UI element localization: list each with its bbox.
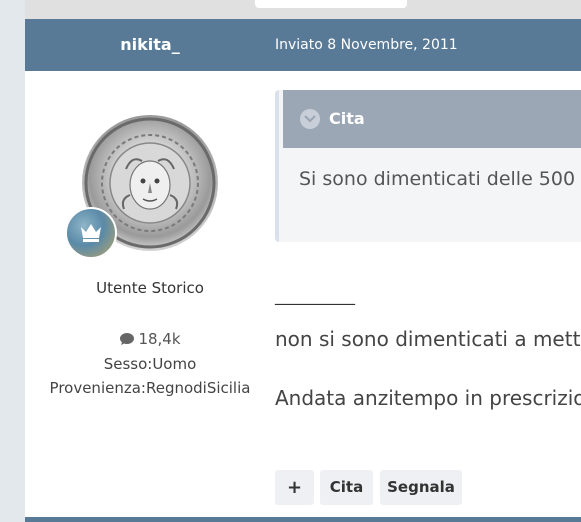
- speech-bubble-icon: [120, 333, 135, 345]
- next-post-header-edge: [25, 517, 581, 522]
- multiquote-button[interactable]: +: [275, 470, 314, 505]
- post-card: nikita_ Inviato 8 Novembre, 2011 Utente …: [25, 19, 581, 522]
- member-rank: Utente Storico: [96, 279, 204, 297]
- report-button[interactable]: Segnala: [380, 470, 462, 505]
- quote-block: Cita Si sono dimenticati delle 500: [275, 90, 581, 242]
- crown-badge-icon: [65, 207, 117, 259]
- chevron-down-icon[interactable]: [300, 109, 320, 129]
- quote-button[interactable]: Cita: [320, 470, 373, 505]
- quote-text: Si sono dimenticati delle 500: [299, 168, 576, 190]
- post-header: nikita_ Inviato 8 Novembre, 2011: [25, 19, 581, 71]
- post-count-value: 18,4k: [138, 330, 181, 348]
- post-count: 18,4k: [25, 330, 275, 348]
- post-paragraph: non si sono dimenticati a mette: [275, 327, 581, 351]
- quote-header[interactable]: Cita: [283, 90, 581, 148]
- left-rail: [0, 0, 25, 522]
- profile-field-location: Provenienza:RegnodiSicilia: [49, 379, 251, 397]
- top-tab[interactable]: [255, 0, 407, 8]
- author-name-link[interactable]: nikita_: [25, 19, 275, 71]
- post-paragraph: Andata anzitempo in prescrizion: [275, 386, 581, 410]
- quote-title: Cita: [329, 109, 365, 128]
- profile-field-sex: Sesso:Uomo: [103, 355, 197, 373]
- post-date[interactable]: Inviato 8 Novembre, 2011: [275, 19, 458, 71]
- text-separator: __________: [275, 286, 355, 305]
